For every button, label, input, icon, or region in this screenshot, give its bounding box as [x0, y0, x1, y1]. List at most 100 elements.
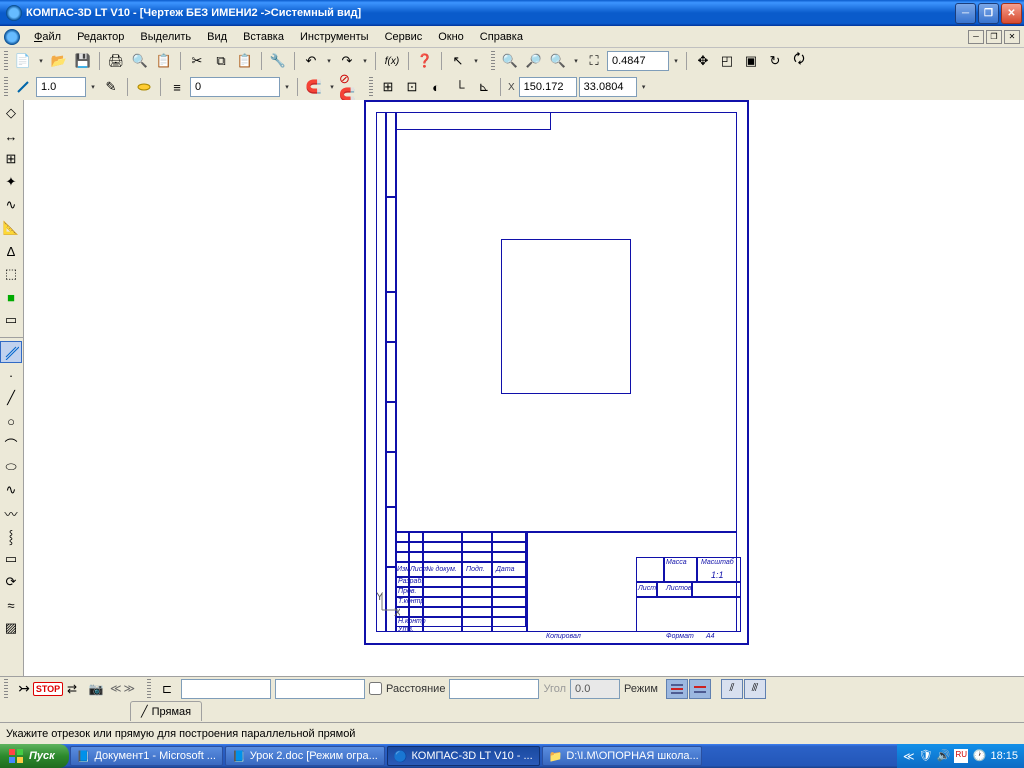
redo-dropdown[interactable]: ▾ [360, 51, 370, 71]
command-tab[interactable]: ╱Прямая [130, 701, 202, 721]
tray-lang-icon[interactable]: RU [954, 749, 968, 763]
snap-button[interactable]: 🧲 [303, 76, 325, 98]
restore-button[interactable]: ❐ [978, 3, 999, 24]
copy-props-button[interactable]: 📷 [86, 679, 106, 699]
coord-pick-button[interactable]: ⊏ [157, 679, 177, 699]
rect-button[interactable]: ▭ [0, 548, 22, 570]
toolbar-grip[interactable] [491, 51, 495, 71]
menu-tools[interactable]: Инструменты [292, 28, 377, 46]
coord-dropdown[interactable]: ▾ [639, 77, 649, 97]
pointer-button[interactable]: ↖ [447, 50, 469, 72]
line-style-button[interactable] [12, 76, 34, 98]
arc-button[interactable]: ⌒ [0, 433, 22, 455]
layer-dropdown[interactable]: ▾ [282, 77, 292, 97]
equid-button[interactable]: ≈ [0, 594, 22, 616]
menu-service[interactable]: Сервис [377, 28, 431, 46]
coord2-input[interactable] [275, 679, 365, 699]
preview-button[interactable]: 🔍 [129, 50, 151, 72]
spec-tab-icon[interactable]: ⬚ [0, 263, 22, 285]
edit-tab-icon[interactable]: ✦ [0, 171, 22, 193]
auto-create-button[interactable]: ↣ [14, 679, 34, 699]
distance-input[interactable] [449, 679, 539, 699]
spec2-tab-icon[interactable]: ■ [0, 286, 22, 308]
toolbar-grip[interactable] [4, 51, 8, 71]
layer-manager-button[interactable]: ≡ [166, 76, 188, 98]
mode-both-button[interactable] [666, 679, 688, 699]
menu-select[interactable]: Выделить [132, 28, 199, 46]
hatch-button[interactable]: ▨ [0, 617, 22, 639]
line-weight-input[interactable] [36, 77, 86, 97]
taskbar-item-explorer[interactable]: 📁D:\I.M\ОПОРНАЯ школа... [542, 746, 702, 766]
tray-shield-icon[interactable]: 🛡 [918, 749, 932, 763]
minimize-button[interactable]: ─ [955, 3, 976, 24]
system-tray[interactable]: ≪ 🛡 🔊 RU 🕐 18:15 [897, 744, 1024, 768]
mdi-restore-button[interactable]: ❐ [986, 30, 1002, 44]
taskbar-item-kompas[interactable]: 🔵КОМПАС-3D LT V10 - ... [387, 746, 540, 766]
param-tab-icon[interactable]: ∿ [0, 194, 22, 216]
dimension-tab-icon[interactable]: ↔ [0, 125, 22, 147]
refresh-button[interactable]: 🗘 [788, 50, 810, 72]
mode-one-button[interactable] [689, 679, 711, 699]
properties-button[interactable]: 🔧 [267, 50, 289, 72]
pan-button[interactable]: ✥ [692, 50, 714, 72]
undo-dropdown[interactable]: ▾ [324, 51, 334, 71]
point-button[interactable]: · [0, 364, 22, 386]
style-hatch1-button[interactable]: ⫽ [721, 679, 743, 699]
toolbar-grip[interactable] [4, 77, 8, 97]
coord1-input[interactable] [181, 679, 271, 699]
layer-input[interactable] [190, 77, 280, 97]
swap-button[interactable]: ⇄ [62, 679, 82, 699]
zoom-value-dropdown[interactable]: ▾ [671, 51, 681, 71]
ellipse-button[interactable]: ⬭ [0, 456, 22, 478]
panel-nav[interactable]: ≪≫ [110, 682, 135, 695]
print-button[interactable]: 🖨 [105, 50, 127, 72]
zoom-window-button[interactable]: 🔍 [499, 50, 521, 72]
local-cs-button[interactable]: └ [449, 76, 471, 98]
redo-button[interactable]: ↷ [336, 50, 358, 72]
menu-help[interactable]: Справка [472, 28, 531, 46]
zoom-prev-button[interactable]: 🔍 [547, 50, 569, 72]
distance-checkbox[interactable] [369, 682, 382, 695]
taskbar-item-word2[interactable]: 📘Урок 2.doc [Режим огра... [225, 746, 385, 766]
collect-button[interactable]: ⟳ [0, 571, 22, 593]
close-button[interactable]: ✕ [1001, 3, 1022, 24]
new-button[interactable]: 📄 [12, 50, 34, 72]
drawing-canvas[interactable]: Изм Лист № докум. Подп. Дата Разраб. Про… [24, 100, 1024, 700]
break-button[interactable]: ⸾ [0, 525, 22, 547]
zoom-extents-button[interactable]: ⛶ [583, 50, 605, 72]
open-button[interactable]: 📂 [48, 50, 70, 72]
stop-button[interactable]: STOP [38, 679, 58, 699]
tray-clock-icon[interactable]: 🕐 [972, 749, 986, 763]
tray-expand-icon[interactable]: ≪ [903, 750, 915, 763]
taskbar-item-word1[interactable]: 📘Документ1 - Microsoft ... [70, 746, 223, 766]
spline-button[interactable]: ∿ [0, 479, 22, 501]
measure-tab-icon[interactable]: 📐 [0, 217, 22, 239]
print-setup-button[interactable]: 📋 [153, 50, 175, 72]
assoc-tab-icon[interactable]: ▭ [0, 309, 22, 331]
copy-button[interactable]: ⧉ [210, 50, 232, 72]
line-button[interactable]: ╱ [0, 387, 22, 409]
zoom-in-button[interactable]: 🔎 [523, 50, 545, 72]
mdi-minimize-button[interactable]: ─ [968, 30, 984, 44]
aux-line-parallel-button[interactable] [0, 341, 22, 363]
toolbar-grip[interactable] [369, 77, 373, 97]
tray-time[interactable]: 18:15 [990, 750, 1018, 762]
zoom-value-input[interactable] [607, 51, 669, 71]
edit-style-button[interactable]: ✎ [100, 76, 122, 98]
pointer-dropdown[interactable]: ▾ [471, 51, 481, 71]
snap-dropdown[interactable]: ▾ [327, 77, 337, 97]
select-tab-icon[interactable]: Δ [0, 240, 22, 262]
panel-grip[interactable] [4, 679, 8, 699]
coord-y-input[interactable] [579, 77, 637, 97]
menu-insert[interactable]: Вставка [235, 28, 292, 46]
line-weight-dropdown[interactable]: ▾ [88, 77, 98, 97]
start-button[interactable]: Пуск [0, 744, 69, 768]
ortho-draw-button[interactable]: ⊾ [473, 76, 495, 98]
geometry-tab-icon[interactable]: ◇ [0, 102, 22, 124]
zoom-dropdown[interactable]: ▾ [571, 51, 581, 71]
grid-button[interactable]: ⊞ [377, 76, 399, 98]
coord-x-input[interactable] [519, 77, 577, 97]
mdi-close-button[interactable]: ✕ [1004, 30, 1020, 44]
zoom-fit-button[interactable]: ◰ [716, 50, 738, 72]
text-tab-icon[interactable]: ⊞ [0, 148, 22, 170]
